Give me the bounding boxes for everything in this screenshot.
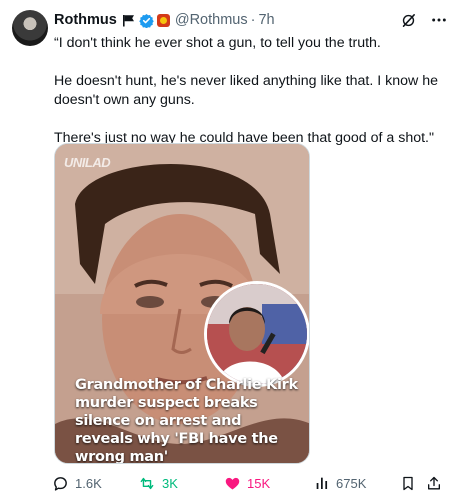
heart-icon: [225, 477, 240, 490]
reply-button[interactable]: 1.6K: [52, 473, 102, 493]
affiliate-badge-icon[interactable]: [156, 13, 170, 27]
media-card[interactable]: UNILAD Grandmother of Charlie Kirk murde…: [54, 143, 310, 464]
tweet-paragraph: He doesn't hunt, he's never liked anythi…: [54, 73, 442, 108]
analytics-icon: [316, 477, 328, 489]
more-icon[interactable]: [431, 12, 447, 28]
like-button[interactable]: 15K: [224, 473, 270, 493]
reply-icon: [54, 476, 67, 491]
tweet-header: Rothmus @Rothmus · 7h: [54, 9, 447, 31]
verified-badge-icon[interactable]: [139, 13, 154, 28]
reply-count: 1.6K: [75, 475, 102, 491]
post-time[interactable]: 7h: [258, 12, 274, 28]
bookmark-icon: [403, 476, 413, 490]
media-headline: Grandmother of Charlie Kirk murder suspe…: [75, 377, 298, 464]
like-count: 15K: [247, 475, 271, 491]
repost-count: 3K: [162, 475, 178, 491]
repost-icon: [140, 477, 154, 489]
author-avatar[interactable]: [12, 10, 48, 46]
author-handle[interactable]: @Rothmus: [175, 12, 248, 28]
share-icon: [428, 476, 440, 489]
views-button[interactable]: 675K: [314, 473, 366, 493]
repost-button[interactable]: 3K: [138, 473, 178, 493]
inset-speaker-photo: [204, 281, 309, 387]
separator-dot: ·: [250, 12, 256, 28]
action-bar: 1.6K 3K 15K 675K: [52, 473, 447, 495]
publisher-watermark: UNILAD: [64, 155, 111, 170]
share-button[interactable]: [426, 473, 442, 493]
grok-icon[interactable]: [400, 12, 417, 29]
bookmark-button[interactable]: [400, 473, 416, 493]
view-count: 675K: [336, 475, 367, 491]
author-name[interactable]: Rothmus: [54, 12, 117, 28]
tweet-paragraph: “I don't think he ever shot a gun, to te…: [54, 35, 381, 51]
flag-icon: [122, 14, 135, 27]
